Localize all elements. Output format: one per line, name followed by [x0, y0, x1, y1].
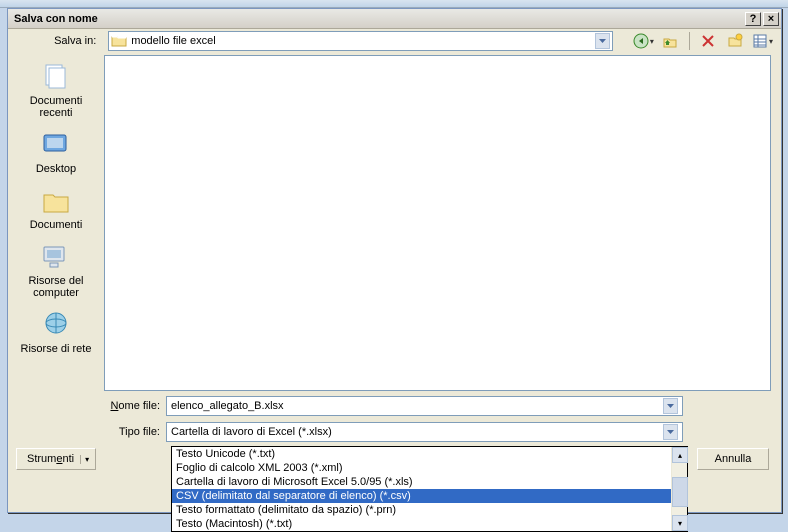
- tools-label: Strumenti: [27, 453, 74, 465]
- scrollbar[interactable]: ▴ ▾: [671, 447, 687, 531]
- background-app-strip: [0, 0, 788, 8]
- back-button[interactable]: ▾: [633, 31, 654, 51]
- cancel-label: Annulla: [715, 453, 752, 465]
- places-bar: Documenti recenti Desktop Documenti Riso…: [8, 53, 104, 393]
- views-button[interactable]: ▾: [752, 31, 773, 51]
- desktop-icon: [40, 129, 72, 161]
- toolbar: Salva in: modello file excel ▾ ▾: [8, 29, 781, 53]
- save-in-value: modello file excel: [131, 35, 595, 47]
- documents-icon: [40, 185, 72, 217]
- place-documents[interactable]: Documenti: [8, 181, 104, 237]
- place-my-computer[interactable]: Risorse del computer: [8, 237, 104, 305]
- filetype-option[interactable]: Testo formattato (delimitato da spazio) …: [172, 503, 687, 517]
- new-folder-button[interactable]: [725, 31, 746, 51]
- chevron-down-icon: ▾: [80, 455, 93, 464]
- dropdown-arrow-icon[interactable]: [663, 398, 678, 414]
- scroll-up-button[interactable]: ▴: [672, 447, 688, 463]
- filetype-dropdown-list[interactable]: Testo Unicode (*.txt)Foglio di calcolo X…: [171, 446, 688, 532]
- computer-icon: [40, 241, 72, 273]
- cancel-button[interactable]: Annulla: [697, 448, 769, 470]
- place-desktop[interactable]: Desktop: [8, 125, 104, 181]
- recent-docs-icon: [40, 61, 72, 93]
- place-recent-documents[interactable]: Documenti recenti: [8, 57, 104, 125]
- place-label: Desktop: [36, 163, 76, 175]
- folder-icon: [111, 34, 127, 48]
- tools-button[interactable]: Strumenti ▾: [16, 448, 96, 470]
- dialog-title: Salva con nome: [14, 13, 743, 25]
- dropdown-arrow-icon[interactable]: [663, 424, 678, 440]
- filename-value: elenco_allegato_B.xlsx: [171, 400, 663, 412]
- chevron-down-icon: ▾: [769, 37, 773, 46]
- filetype-option[interactable]: Testo (Macintosh) (*.txt): [172, 517, 687, 531]
- bottom-fields: Nome file: elenco_allegato_B.xlsx Tipo f…: [8, 393, 781, 443]
- filetype-option[interactable]: Cartella di lavoro di Microsoft Excel 5.…: [172, 475, 687, 489]
- place-label: Documenti: [30, 219, 83, 231]
- save-in-label: Salva in:: [16, 35, 102, 47]
- network-icon: [40, 309, 72, 341]
- filename-label: Nome file:: [8, 400, 166, 412]
- close-button[interactable]: ×: [763, 12, 779, 26]
- filetype-label: Tipo file:: [8, 426, 166, 438]
- up-one-level-button[interactable]: [660, 31, 681, 51]
- file-list-pane[interactable]: [104, 55, 771, 391]
- delete-button[interactable]: [698, 31, 719, 51]
- chevron-down-icon: ▾: [650, 37, 654, 46]
- filetype-option[interactable]: CSV (delimitato dal separatore di elenco…: [172, 489, 687, 503]
- help-button[interactable]: ?: [745, 12, 761, 26]
- footer-right: Annulla: [697, 448, 769, 470]
- titlebar: Salva con nome ? ×: [8, 9, 781, 29]
- dropdown-arrow-icon[interactable]: [595, 33, 610, 49]
- separator: [689, 32, 690, 50]
- filetype-option[interactable]: Foglio di calcolo XML 2003 (*.xml): [172, 461, 687, 475]
- filetype-input[interactable]: Cartella di lavoro di Excel (*.xlsx): [166, 422, 683, 442]
- scroll-thumb[interactable]: [672, 477, 688, 507]
- scroll-down-button[interactable]: ▾: [672, 515, 688, 531]
- place-label: Documenti recenti: [12, 95, 100, 119]
- place-label: Risorse di rete: [21, 343, 92, 355]
- save-as-dialog: Salva con nome ? × Salva in: modello fil…: [7, 8, 782, 513]
- filename-input[interactable]: elenco_allegato_B.xlsx: [166, 396, 683, 416]
- footer-left: Strumenti ▾: [16, 448, 96, 470]
- place-network[interactable]: Risorse di rete: [8, 305, 104, 361]
- save-in-combo[interactable]: modello file excel: [108, 31, 613, 51]
- main-area: Documenti recenti Desktop Documenti Riso…: [8, 53, 781, 393]
- place-label: Risorse del computer: [12, 275, 100, 299]
- filetype-value: Cartella di lavoro di Excel (*.xlsx): [171, 426, 663, 438]
- filetype-option[interactable]: Testo Unicode (*.txt): [172, 447, 687, 461]
